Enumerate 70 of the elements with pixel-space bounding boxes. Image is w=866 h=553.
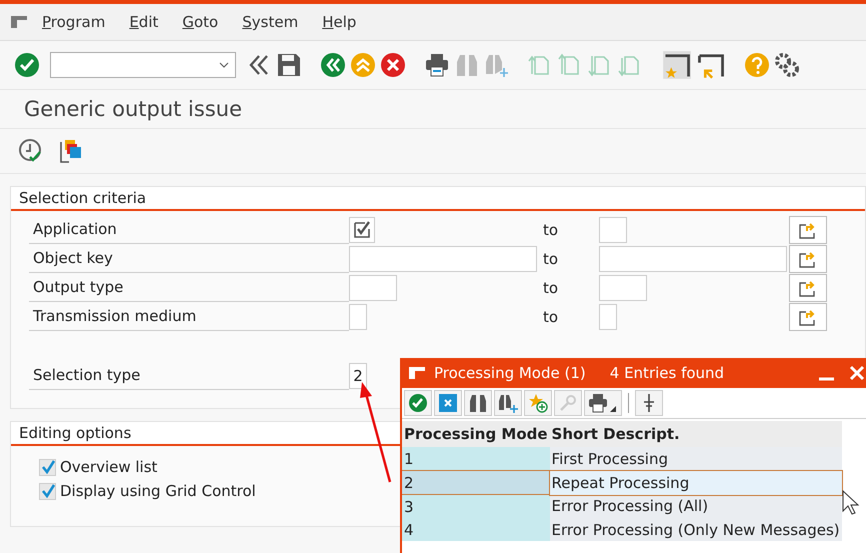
table-cell: 4 (402, 518, 550, 541)
checkbox[interactable] (39, 458, 56, 476)
caret-icon[interactable] (219, 62, 229, 68)
checkbox[interactable] (39, 482, 56, 500)
window-icon (408, 366, 426, 380)
multiple-selection-button[interactable] (789, 244, 827, 272)
binoculars-icon[interactable] (464, 390, 492, 416)
cancel-icon[interactable] (380, 52, 406, 78)
filter-icon[interactable] (635, 390, 663, 416)
star-plus-icon[interactable] (524, 390, 552, 416)
check-icon[interactable] (404, 390, 432, 416)
table-cell: Error Processing (All) (550, 494, 842, 518)
field-label: Output type (29, 273, 349, 302)
binoculars-plus-icon[interactable] (494, 390, 522, 416)
checkbox[interactable] (349, 216, 375, 242)
column-header[interactable]: Short Descript. (550, 421, 842, 447)
field-label: Selection type (29, 361, 349, 390)
menu-item[interactable]: System (242, 13, 298, 31)
menu-icon[interactable] (10, 15, 28, 29)
mouse-cursor (842, 490, 860, 516)
dialog-title: Processing Mode (1) (434, 364, 586, 382)
input-field[interactable] (599, 304, 617, 330)
checkbox-label: Display using Grid Control (60, 482, 256, 500)
printer-icon[interactable] (424, 52, 450, 78)
entries-count: 4 Entries found (610, 364, 726, 382)
range-label: to (543, 308, 560, 326)
input-field[interactable]: 2 (349, 362, 367, 388)
clock-check-icon[interactable] (18, 138, 44, 164)
table-cell: Error Processing (Only New Messages) (550, 518, 842, 541)
field-label: Application (29, 215, 349, 244)
range-label: to (543, 278, 560, 296)
table-row[interactable]: 1 First Processing (402, 447, 842, 470)
field-label: Transmission medium (29, 302, 349, 331)
input-field[interactable] (349, 304, 367, 330)
table-row[interactable]: 4 Error Processing (Only New Messages) (402, 518, 842, 541)
menu-item[interactable]: Program (42, 13, 106, 31)
table-cell: Repeat Processing (550, 470, 842, 494)
input-field[interactable] (349, 274, 397, 300)
section-title: Selection criteria (11, 187, 865, 211)
range-label: to (543, 220, 560, 238)
range-label: to (543, 250, 560, 268)
menu-item[interactable]: Help (322, 13, 356, 31)
printer-icon[interactable] (584, 390, 622, 416)
input-field[interactable] (599, 216, 627, 242)
new-window-icon[interactable] (662, 50, 692, 80)
table-cell: 1 (402, 447, 550, 470)
input-field[interactable] (349, 246, 537, 272)
checkbox-label: Overview list (60, 458, 158, 476)
back-icon[interactable] (320, 52, 346, 78)
check-icon[interactable] (14, 52, 40, 78)
table-cell: 3 (402, 494, 550, 518)
table-cell: 2 (402, 470, 550, 494)
page-title: Generic output issue (0, 90, 866, 129)
table-cell: First Processing (550, 447, 842, 470)
settings-icon[interactable] (774, 52, 800, 78)
menu-item[interactable]: Goto (182, 13, 218, 31)
table-row[interactable]: 2 Repeat Processing (402, 470, 842, 494)
field-label: Object key (29, 244, 349, 273)
save-icon[interactable] (276, 52, 302, 78)
multiple-selection-button[interactable] (789, 302, 827, 330)
column-header[interactable]: Processing Mode (402, 421, 550, 447)
input-field[interactable] (599, 274, 647, 300)
table-row[interactable]: 3 Error Processing (All) (402, 494, 842, 518)
command-field[interactable] (50, 52, 236, 78)
cancel-icon[interactable] (434, 390, 462, 416)
multiple-selection-button[interactable] (789, 216, 827, 244)
layers-icon[interactable] (58, 138, 84, 164)
input-field[interactable] (599, 246, 787, 272)
multiple-selection-button[interactable] (789, 274, 827, 302)
menu-item[interactable]: Edit (129, 13, 158, 31)
